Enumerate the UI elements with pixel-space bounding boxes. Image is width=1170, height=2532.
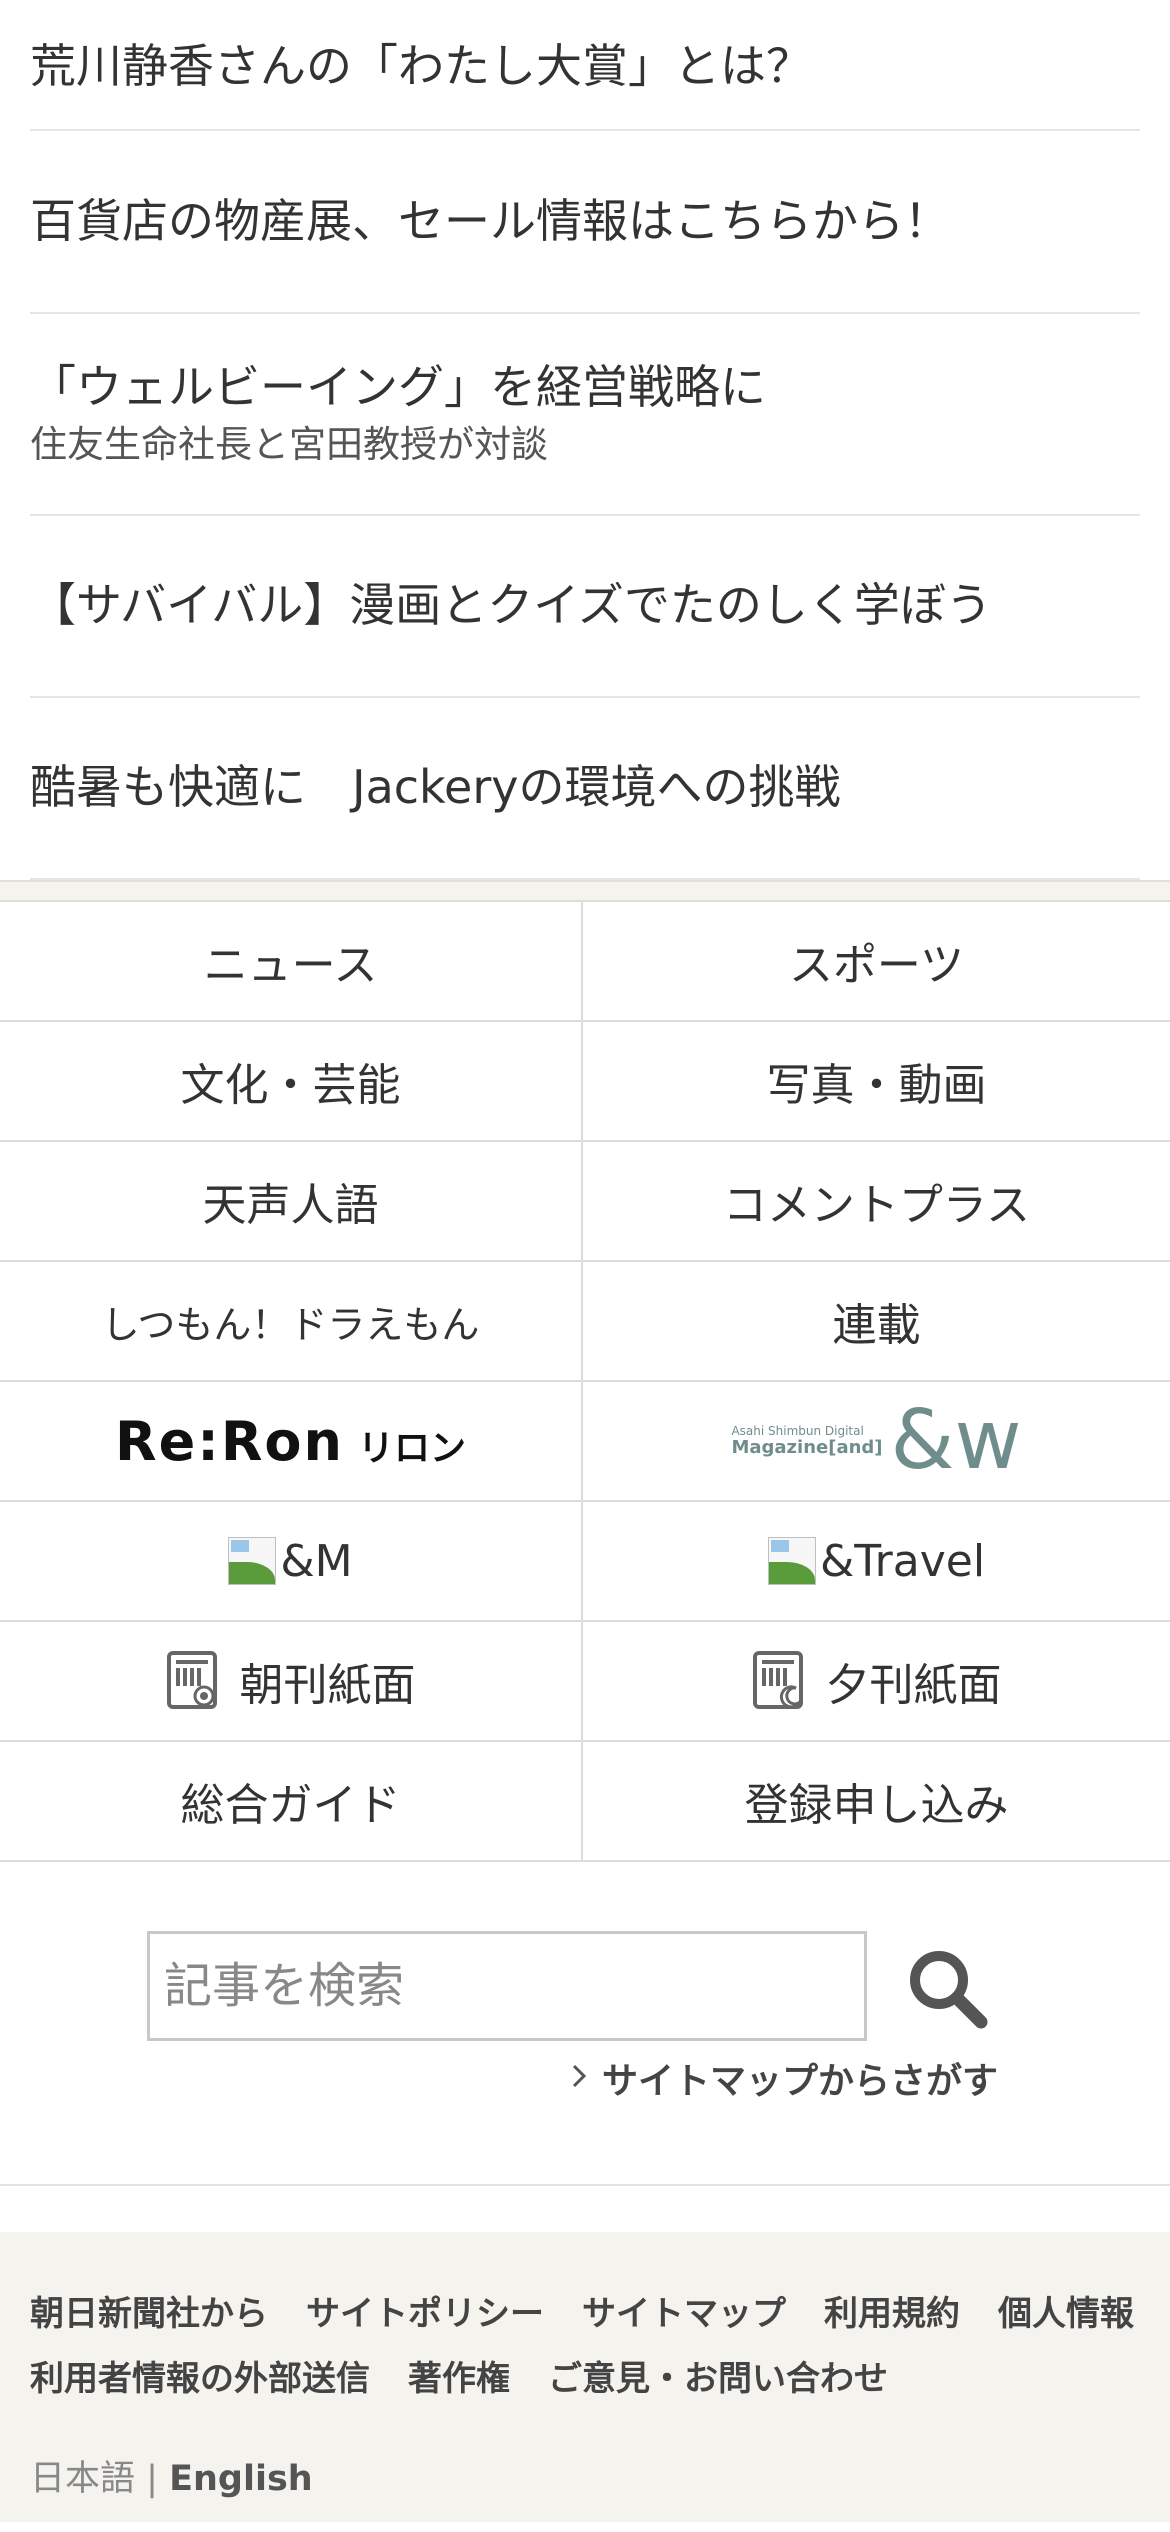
footer-link-sitemap[interactable]: サイトマップ <box>582 2286 786 2335</box>
andw-logo-mag-text: Magazine[and] <box>731 1436 883 1458</box>
promo-title: 酷暑も快適に Jackeryの環境への挑戦 <box>30 760 841 815</box>
promo-subtitle: 住友生命社長と宮田教授が対談 <box>30 422 548 466</box>
footer-link-terms[interactable]: 利用規約 <box>824 2286 960 2335</box>
nav-comment-plus[interactable]: コメントプラス <box>583 1142 1170 1262</box>
nav-culture[interactable]: 文化・芸能 <box>0 1022 583 1142</box>
search-button[interactable] <box>905 1946 991 2032</box>
nav-and-m[interactable]: &M <box>0 1502 583 1622</box>
footer-link-copyright[interactable]: 著作権 <box>408 2351 510 2400</box>
promo-title: 【サバイバル】漫画とクイズでたのしく学ぼう <box>30 578 992 633</box>
footer: 朝日新聞社から サイトポリシー サイトマップ 利用規約 個人情報 利用者情報の外… <box>0 2232 1170 2522</box>
sitemap-link-label: サイトマップからさがす <box>602 2061 999 2102</box>
search-section: サイトマップからさがす <box>0 1862 1170 2186</box>
nav-reron[interactable]: Re:Ron リロン <box>0 1382 583 1502</box>
nav-evening-label: 夕刊紙面 <box>825 1660 1002 1711</box>
nav-photo-video[interactable]: 写真・動画 <box>583 1022 1170 1142</box>
andw-logo: Asahi Shimbun Digital Magazine[and] &w <box>731 1400 1021 1482</box>
footer-link-contact[interactable]: ご意見・お問い合わせ <box>548 2351 888 2400</box>
nav-news[interactable]: ニュース <box>0 902 583 1022</box>
andw-logo-small-text: Asahi Shimbun Digital <box>731 1423 864 1438</box>
search-icon <box>905 1951 991 2035</box>
reron-logo-kana: リロン <box>357 1427 466 1469</box>
nav-doraemon[interactable]: しつもん！ドラえもん <box>0 1262 583 1382</box>
reron-logo: Re:Ron リロン <box>115 1410 466 1473</box>
promo-title: 荒川静香さんの「わたし大賞」とは？ <box>30 38 812 93</box>
nav-and-travel-label: &Travel <box>819 1535 986 1587</box>
broken-image-icon <box>767 1537 816 1585</box>
nav-evening-edition[interactable]: 夕刊紙面 <box>583 1622 1170 1742</box>
category-nav-grid: ニュース スポーツ 文化・芸能 写真・動画 天声人語 コメントプラス しつもん！… <box>0 900 1170 1862</box>
nav-tensei-jingo[interactable]: 天声人語 <box>0 1142 583 1262</box>
footer-link-external-transmission[interactable]: 利用者情報の外部送信 <box>30 2351 370 2400</box>
lang-separator: | <box>146 2459 158 2499</box>
nav-series[interactable]: 連載 <box>583 1262 1170 1382</box>
reron-logo-text: Re:Ron <box>115 1409 344 1473</box>
promo-item[interactable]: 「ウェルビーイング」を経営戦略に 住友生命社長と宮田教授が対談 <box>30 314 1140 516</box>
language-switcher: 日本語 | English <box>30 2450 1140 2501</box>
broken-image-icon <box>228 1537 277 1585</box>
morning-paper-icon <box>166 1650 222 1712</box>
promo-title: 「ウェルビーイング」を経営戦略に <box>30 360 766 415</box>
footer-link-about[interactable]: 朝日新聞社から <box>30 2286 268 2335</box>
promo-item[interactable]: 酷暑も快適に Jackeryの環境への挑戦 <box>30 698 1140 880</box>
nav-guide[interactable]: 総合ガイド <box>0 1742 583 1862</box>
promo-item[interactable]: 【サバイバル】漫画とクイズでたのしく学ぼう <box>30 516 1140 698</box>
search-input[interactable] <box>147 1931 867 2041</box>
footer-link-privacy[interactable]: 個人情報 <box>998 2286 1134 2335</box>
chevron-right-icon <box>570 2058 588 2099</box>
lang-english[interactable]: English <box>169 2459 313 2499</box>
nav-register[interactable]: 登録申し込み <box>583 1742 1170 1862</box>
footer-link-site-policy[interactable]: サイトポリシー <box>306 2286 544 2335</box>
nav-morning-edition[interactable]: 朝刊紙面 <box>0 1622 583 1742</box>
nav-andw[interactable]: Asahi Shimbun Digital Magazine[and] &w <box>583 1382 1170 1502</box>
nav-and-m-label: &M <box>280 1535 353 1587</box>
evening-paper-icon <box>752 1650 808 1712</box>
footer-links: 朝日新聞社から サイトポリシー サイトマップ 利用規約 個人情報 利用者情報の外… <box>30 2286 1140 2400</box>
promo-list: 荒川静香さんの「わたし大賞」とは？ 百貨店の物産展、セール情報はこちらから！ 「… <box>0 0 1170 880</box>
promo-title: 百貨店の物産展、セール情報はこちらから！ <box>30 193 950 248</box>
nav-sports[interactable]: スポーツ <box>583 902 1170 1022</box>
nav-morning-label: 朝刊紙面 <box>239 1660 416 1711</box>
promo-item[interactable]: 百貨店の物産展、セール情報はこちらから！ <box>30 131 1140 314</box>
lang-japanese[interactable]: 日本語 <box>30 2459 135 2499</box>
nav-and-travel[interactable]: &Travel <box>583 1502 1170 1622</box>
andw-logo-mark: &w <box>890 1393 1022 1488</box>
section-divider <box>0 880 1170 900</box>
sitemap-link[interactable]: サイトマップからさがす <box>570 2052 998 2104</box>
promo-item[interactable]: 荒川静香さんの「わたし大賞」とは？ <box>30 0 1140 131</box>
